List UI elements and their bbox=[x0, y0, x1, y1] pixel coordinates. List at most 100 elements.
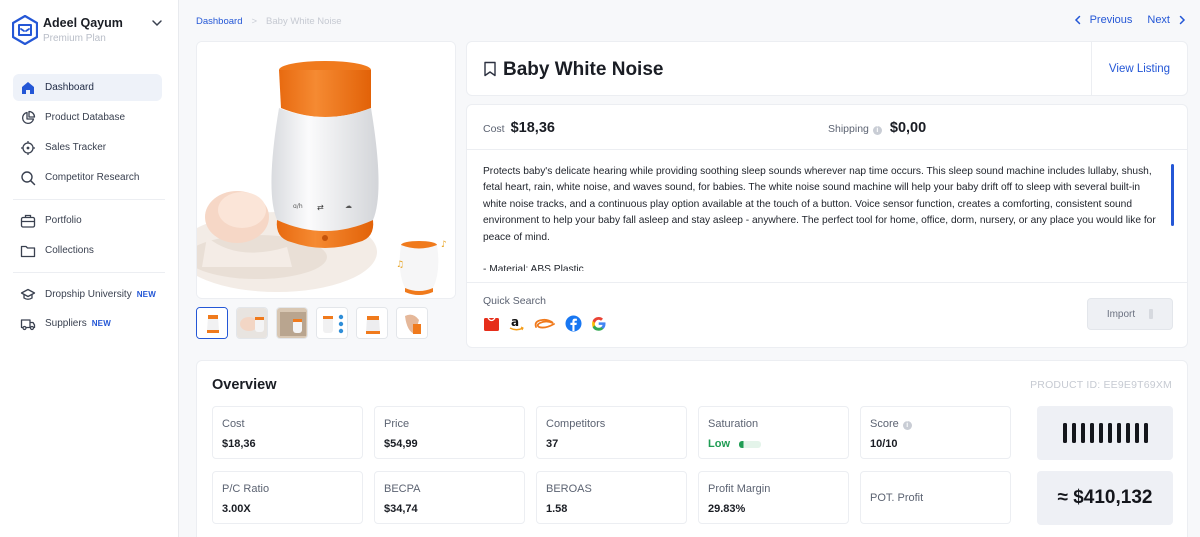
score-bars bbox=[1037, 406, 1173, 460]
thumbnail-image bbox=[357, 308, 387, 338]
thumbnail[interactable] bbox=[196, 307, 228, 339]
metric-value: Low bbox=[708, 438, 730, 450]
next-button[interactable]: Next bbox=[1147, 14, 1188, 26]
pie-chart-icon bbox=[21, 110, 36, 124]
chevron-left-icon bbox=[1074, 15, 1080, 25]
metric-cost: Cost $18,36 bbox=[212, 406, 363, 459]
metric-value: 37 bbox=[546, 438, 559, 450]
app-logo-icon bbox=[12, 15, 38, 45]
previous-button[interactable]: Previous bbox=[1072, 14, 1133, 26]
metric-value: 1.58 bbox=[546, 503, 568, 515]
breadcrumb: Dashboard > Baby White Noise bbox=[196, 16, 342, 27]
breadcrumb-separator: > bbox=[251, 16, 258, 27]
score-bar bbox=[1080, 423, 1085, 443]
metric-value: $18,36 bbox=[222, 438, 256, 450]
svg-text:♫: ♫ bbox=[396, 260, 404, 270]
sidebar-item-collections[interactable]: Collections bbox=[13, 237, 162, 264]
quick-search-label: Quick Search bbox=[483, 295, 547, 307]
score-bar bbox=[1125, 423, 1130, 443]
metric-value: 29.83% bbox=[708, 503, 746, 515]
view-listing-button[interactable]: View Listing bbox=[1091, 42, 1187, 95]
thumbnail-image bbox=[277, 308, 307, 338]
metric-pc-ratio: P/C Ratio 3.00X bbox=[212, 471, 363, 524]
amazon-icon[interactable]: a bbox=[508, 315, 525, 332]
metric-price: Price $54,99 bbox=[374, 406, 525, 459]
crosshair-icon bbox=[21, 140, 35, 155]
breadcrumb-current: Baby White Noise bbox=[266, 16, 342, 27]
thumbnail[interactable] bbox=[316, 307, 348, 339]
chevron-right-icon bbox=[1179, 15, 1186, 25]
metric-pot-profit: POT. Profit bbox=[860, 471, 1011, 524]
pager: Previous Next bbox=[1072, 14, 1188, 26]
sidebar-item-portfolio[interactable]: Portfolio bbox=[13, 207, 162, 234]
info-icon[interactable]: i bbox=[902, 421, 912, 430]
metric-value: $54,99 bbox=[384, 438, 418, 450]
thumbnail-image bbox=[317, 308, 347, 338]
metric-label: Profit Margin bbox=[708, 483, 771, 495]
overview-panel: Overview PRODUCT ID: EE9E9T69XM Cost $18… bbox=[196, 360, 1188, 537]
sidebar-item-label: Competitor Research bbox=[45, 172, 140, 183]
sidebar-item-label: Suppliers bbox=[45, 318, 87, 329]
svg-text:ɑ/h: ɑ/h bbox=[293, 203, 303, 210]
thumbnail[interactable] bbox=[396, 307, 428, 339]
overview-title: Overview bbox=[212, 377, 277, 393]
alibaba-icon[interactable] bbox=[533, 315, 557, 332]
metric-value: $34,74 bbox=[384, 503, 418, 515]
home-icon bbox=[22, 81, 34, 94]
sidebar-item-dashboard[interactable]: Dashboard bbox=[13, 74, 162, 101]
thumbnail[interactable] bbox=[356, 307, 388, 339]
import-button[interactable]: Import bbox=[1087, 298, 1173, 330]
user-menu[interactable]: Adeel Qayum Premium Plan bbox=[12, 12, 172, 52]
score-bar bbox=[1071, 423, 1076, 443]
sidebar-item-competitor-research[interactable]: Competitor Research bbox=[13, 164, 162, 191]
sidebar-item-sales-tracker[interactable]: Sales Tracker bbox=[13, 134, 162, 161]
info-icon[interactable]: i bbox=[872, 126, 882, 135]
metric-label: POT. Profit bbox=[870, 492, 924, 504]
metric-value: 3.00X bbox=[222, 503, 251, 515]
description-scrollbar[interactable] bbox=[1171, 164, 1174, 226]
svg-text:☁: ☁ bbox=[345, 202, 352, 210]
google-icon[interactable] bbox=[590, 315, 607, 332]
product-description[interactable]: Protects baby's delicate hearing while p… bbox=[483, 164, 1159, 271]
aliexpress-icon[interactable] bbox=[483, 315, 500, 332]
breadcrumb-dashboard-link[interactable]: Dashboard bbox=[196, 16, 242, 27]
quick-search-icons: a bbox=[483, 315, 607, 332]
product-image[interactable]: ɑ/h ⇄ ☁ ♪ ♫ bbox=[196, 41, 456, 299]
thumbnail-strip bbox=[196, 307, 428, 339]
sidebar-item-product-database[interactable]: Product Database bbox=[13, 104, 162, 131]
sidebar-item-label: Portfolio bbox=[45, 215, 82, 226]
product-photo: ɑ/h ⇄ ☁ ♪ ♫ bbox=[197, 42, 455, 298]
score-bar bbox=[1143, 423, 1148, 443]
thumbnail[interactable] bbox=[276, 307, 308, 339]
svg-text:a: a bbox=[511, 315, 519, 329]
sidebar-item-dropship-university[interactable]: Dropship University NEW bbox=[13, 281, 162, 308]
metric-label: Competitors bbox=[546, 418, 606, 430]
sidebar-item-suppliers[interactable]: Suppliers NEW bbox=[13, 310, 162, 337]
metric-becpa: BECPA $34,74 bbox=[374, 471, 525, 524]
metric-label: Score i bbox=[870, 418, 912, 430]
shipping-field: Shipping i $0,00 bbox=[828, 120, 926, 136]
metric-profit-margin: Profit Margin 29.83% bbox=[698, 471, 849, 524]
card-divider bbox=[467, 149, 1187, 150]
next-label: Next bbox=[1147, 14, 1170, 26]
user-plan: Premium Plan bbox=[43, 33, 106, 44]
score-bar bbox=[1107, 423, 1112, 443]
product-title-card: Baby White Noise View Listing bbox=[466, 41, 1188, 96]
pot-profit-value: ≈ $410,132 bbox=[1037, 471, 1173, 525]
briefcase-icon bbox=[20, 214, 36, 228]
previous-label: Previous bbox=[1089, 14, 1133, 26]
sidebar-item-label: Sales Tracker bbox=[45, 142, 107, 153]
facebook-icon[interactable] bbox=[565, 315, 582, 332]
cost-value: $18,36 bbox=[510, 120, 555, 136]
truck-icon bbox=[20, 318, 36, 330]
product-details-card: Cost $18,36 Shipping i $0,00 Protects ba… bbox=[466, 104, 1188, 348]
bookmark-icon[interactable] bbox=[483, 61, 497, 77]
svg-text:⇄: ⇄ bbox=[317, 203, 324, 212]
metric-label: Cost bbox=[222, 418, 245, 430]
sidebar-item-label: Collections bbox=[45, 245, 94, 256]
sidebar-item-label: Product Database bbox=[45, 112, 126, 123]
chevron-down-icon[interactable] bbox=[150, 16, 164, 30]
thumbnail[interactable] bbox=[236, 307, 268, 339]
score-bar bbox=[1098, 423, 1103, 443]
folder-icon bbox=[20, 245, 36, 257]
